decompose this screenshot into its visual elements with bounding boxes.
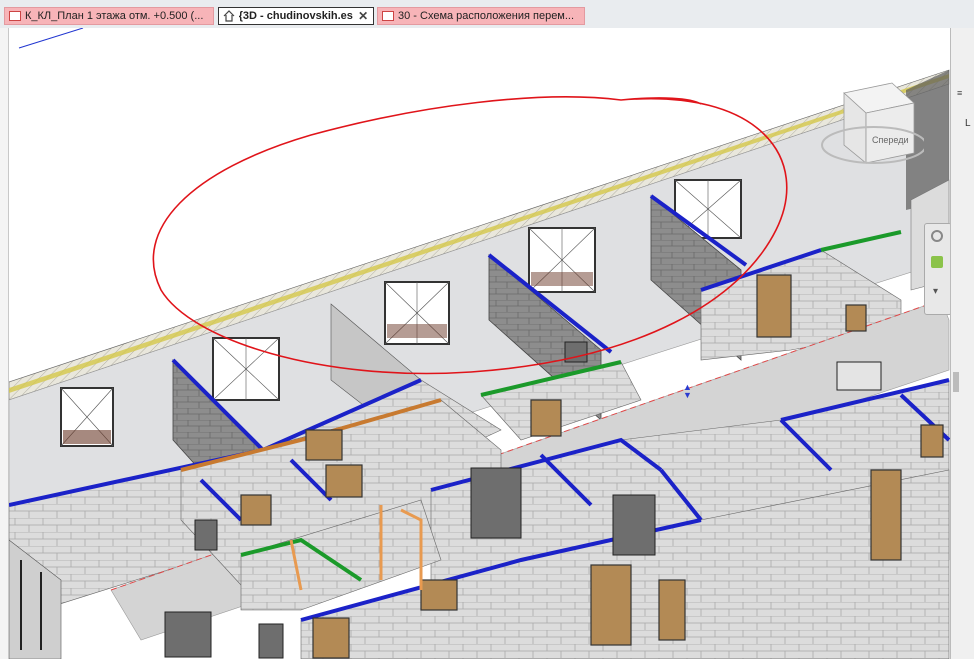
view-cube[interactable]: Спереди: [814, 73, 927, 173]
section-box-handle[interactable]: ▲ ▼: [683, 383, 692, 400]
panel-letter: L: [965, 118, 971, 129]
view-tab-bar: К_КЛ_План 1 этажа отм. +0.500 (... {3D -…: [0, 0, 974, 29]
building-3d-model: [9, 28, 951, 659]
plan-view-icon: [9, 11, 21, 21]
steering-wheel-icon[interactable]: [931, 230, 943, 242]
left-margin: [0, 28, 8, 659]
home-3d-icon: [223, 10, 235, 22]
close-icon[interactable]: ✕: [357, 10, 369, 22]
properties-panel-edge: ≡ L: [950, 28, 974, 659]
tab-label: {3D - chudinovskih.es}: [238, 10, 354, 22]
window: [528, 227, 596, 293]
scrollbar-thumb[interactable]: [953, 372, 959, 392]
panel-collapse-icon[interactable]: ≡: [957, 88, 962, 98]
zoom-icon[interactable]: [931, 256, 943, 268]
window: [60, 387, 114, 447]
3d-viewport[interactable]: Спереди ▾ ▲ ▼: [8, 28, 951, 659]
chevron-down-icon[interactable]: ▾: [933, 286, 938, 297]
tab-floor-plan[interactable]: К_КЛ_План 1 этажа отм. +0.500 (...: [4, 7, 214, 25]
viewcube-face-label: Спереди: [872, 135, 909, 145]
window: [212, 337, 280, 401]
tab-schedule[interactable]: 30 - Схема расположения перем...: [377, 7, 585, 25]
tab-label: 30 - Схема расположения перем...: [398, 10, 575, 22]
window: [384, 281, 450, 345]
sheet-view-icon: [382, 11, 394, 21]
tab-label: К_КЛ_План 1 этажа отм. +0.500 (...: [25, 10, 204, 22]
navigation-bar[interactable]: ▾: [924, 223, 951, 315]
tab-3d-view[interactable]: {3D - chudinovskih.es} ✕: [218, 7, 374, 25]
